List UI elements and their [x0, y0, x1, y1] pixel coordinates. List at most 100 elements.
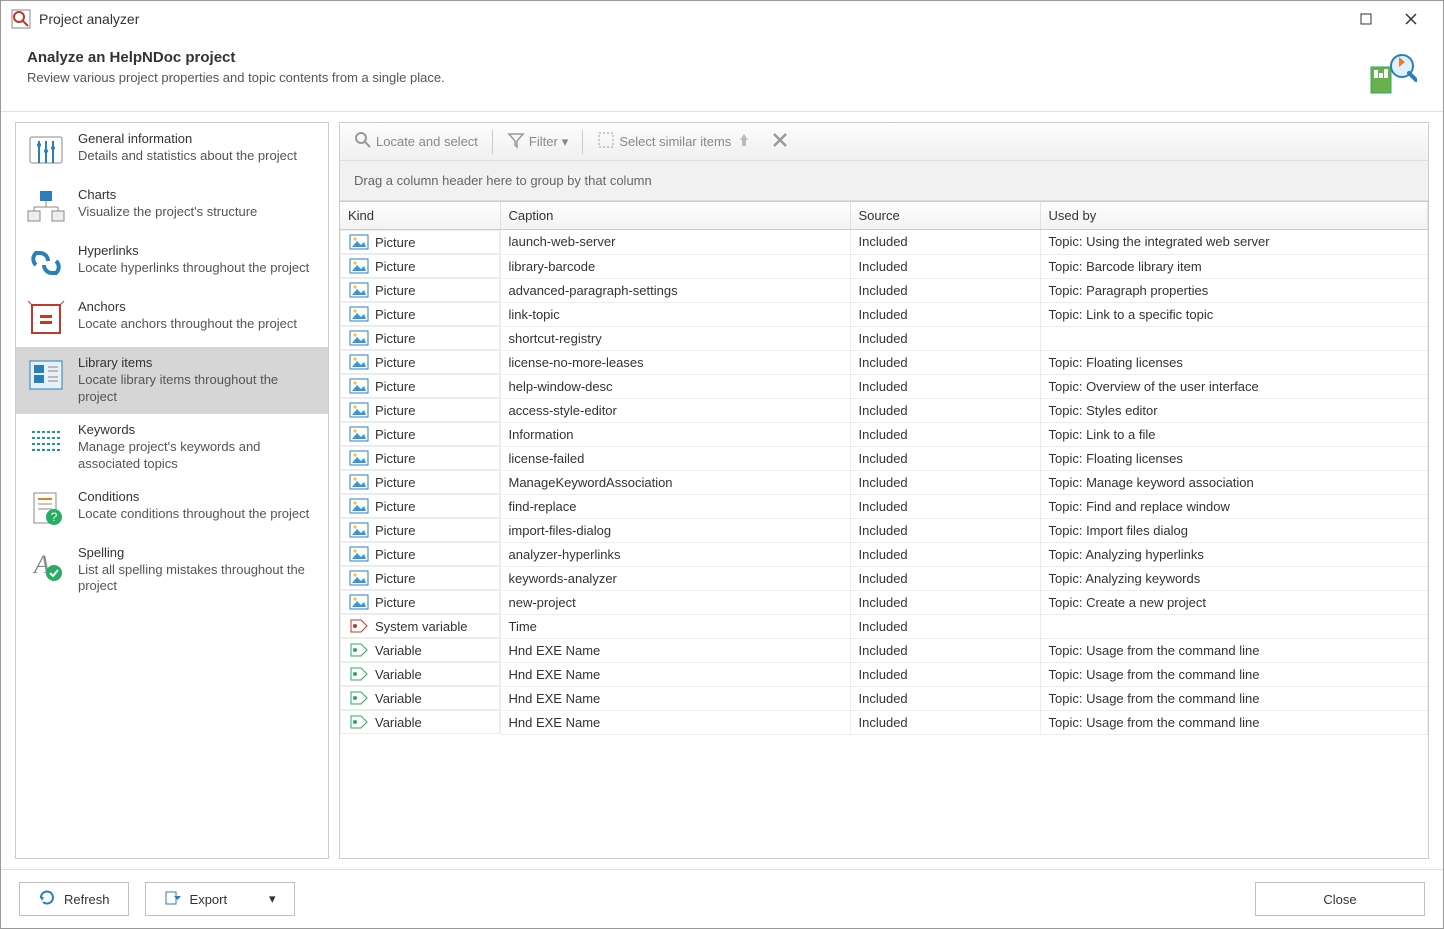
sidebar-item-anchors[interactable]: AnchorsLocate anchors throughout the pro… — [16, 291, 328, 347]
main-area: Locate and select Filter ▾ Select simila… — [339, 122, 1429, 859]
cell-source: Included — [850, 470, 1040, 494]
var-icon — [349, 714, 369, 730]
content-wrapper: General information Details and statistic… — [1, 112, 1443, 869]
table-row[interactable]: Pictureshortcut-registryIncluded — [340, 326, 1428, 350]
table-row[interactable]: Picturehelp-window-descIncludedTopic: Ov… — [340, 374, 1428, 398]
col-caption[interactable]: Caption — [500, 202, 850, 230]
export-icon — [164, 889, 182, 910]
toolbar-separator — [492, 130, 493, 154]
sidebar-item-general-information[interactable]: General information Details and statistic… — [16, 123, 328, 179]
group-by-strip[interactable]: Drag a column header here to group by th… — [340, 161, 1428, 201]
table-row[interactable]: System variableTimeIncluded — [340, 614, 1428, 638]
close-dialog-button[interactable]: Close — [1255, 882, 1425, 916]
table-row[interactable]: Pictureaccess-style-editorIncludedTopic:… — [340, 398, 1428, 422]
data-grid[interactable]: Kind Caption Source Used by Picturelaunc… — [340, 201, 1428, 858]
cell-source: Included — [850, 254, 1040, 278]
cell-source: Included — [850, 566, 1040, 590]
col-kind[interactable]: Kind — [340, 202, 500, 230]
cell-usedby: Topic: Usage from the command line — [1040, 638, 1428, 662]
table-row[interactable]: Picturelicense-no-more-leasesIncludedTop… — [340, 350, 1428, 374]
cell-kind: Picture — [340, 518, 500, 542]
cell-caption: license-no-more-leases — [500, 350, 850, 374]
table-row[interactable]: VariableHnd EXE NameIncludedTopic: Usage… — [340, 686, 1428, 710]
cell-kind: Picture — [340, 446, 500, 470]
svg-text:?: ? — [51, 510, 58, 524]
table-row[interactable]: Picturekeywords-analyzerIncludedTopic: A… — [340, 566, 1428, 590]
pic-icon — [349, 522, 369, 538]
var-icon — [349, 690, 369, 706]
pic-icon — [349, 498, 369, 514]
cell-source: Included — [850, 374, 1040, 398]
locate-button[interactable]: Locate and select — [346, 127, 486, 156]
clear-button[interactable] — [763, 127, 797, 156]
table-row[interactable]: Pictureimport-files-dialogIncludedTopic:… — [340, 518, 1428, 542]
sidebar-item-title: General information — [78, 131, 318, 146]
sidebar-item-title: Charts — [78, 187, 318, 202]
cell-usedby — [1040, 326, 1428, 350]
table-row[interactable]: Picturelicense-failedIncludedTopic: Floa… — [340, 446, 1428, 470]
library-icon — [26, 355, 66, 395]
toolbar: Locate and select Filter ▾ Select simila… — [340, 123, 1428, 161]
similar-button[interactable]: Select similar items — [589, 127, 761, 156]
table-row[interactable]: VariableHnd EXE NameIncludedTopic: Usage… — [340, 662, 1428, 686]
cell-kind: System variable — [340, 614, 500, 638]
cell-kind: Picture — [340, 470, 500, 494]
sidebar-item-desc: List all spelling mistakes throughout th… — [78, 562, 318, 596]
table-row[interactable]: Picturelaunch-web-serverIncludedTopic: U… — [340, 230, 1428, 255]
sidebar-item-title: Conditions — [78, 489, 318, 504]
cell-source: Included — [850, 590, 1040, 614]
sidebar-item-desc: Details and statistics about the project — [78, 148, 318, 165]
sidebar-item-library-items[interactable]: Library itemsLocate library items throug… — [16, 347, 328, 414]
sysvar-icon — [349, 618, 369, 634]
table-row[interactable]: VariableHnd EXE NameIncludedTopic: Usage… — [340, 710, 1428, 734]
cell-caption: Time — [500, 614, 850, 638]
cell-usedby: Topic: Manage keyword association — [1040, 470, 1428, 494]
table-row[interactable]: Pictureadvanced-paragraph-settingsInclud… — [340, 278, 1428, 302]
conditions-icon: ? — [26, 489, 66, 529]
table-row[interactable]: Picturelink-topicIncludedTopic: Link to … — [340, 302, 1428, 326]
cell-usedby: Topic: Find and replace window — [1040, 494, 1428, 518]
table-row[interactable]: Pictureanalyzer-hyperlinksIncludedTopic:… — [340, 542, 1428, 566]
cell-source: Included — [850, 230, 1040, 255]
cell-kind: Picture — [340, 230, 500, 254]
export-button[interactable]: Export ▾ — [145, 882, 295, 916]
cell-source: Included — [850, 638, 1040, 662]
close-button[interactable] — [1388, 4, 1433, 34]
refresh-label: Refresh — [64, 892, 110, 907]
funnel-icon — [507, 131, 525, 152]
sidebar-item-conditions[interactable]: ?ConditionsLocate conditions throughout … — [16, 481, 328, 537]
table-row[interactable]: Picturenew-projectIncludedTopic: Create … — [340, 590, 1428, 614]
sidebar-item-title: Anchors — [78, 299, 318, 314]
table-row[interactable]: VariableHnd EXE NameIncludedTopic: Usage… — [340, 638, 1428, 662]
sidebar-item-desc: Visualize the project's structure — [78, 204, 318, 221]
table-row[interactable]: PictureInformationIncludedTopic: Link to… — [340, 422, 1428, 446]
filter-button[interactable]: Filter ▾ — [499, 127, 576, 156]
sidebar-item-title: Library items — [78, 355, 318, 370]
table-row[interactable]: Picturelibrary-barcodeIncludedTopic: Bar… — [340, 254, 1428, 278]
title-bar: Project analyzer — [1, 1, 1443, 37]
cell-usedby: Topic: Analyzing keywords — [1040, 566, 1428, 590]
col-usedby[interactable]: Used by — [1040, 202, 1428, 230]
cell-source: Included — [850, 518, 1040, 542]
col-source[interactable]: Source — [850, 202, 1040, 230]
header-strip: Analyze an HelpNDoc project Review vario… — [1, 37, 1443, 112]
header-title: Analyze an HelpNDoc project — [27, 49, 1369, 66]
link-icon — [26, 243, 66, 283]
maximize-button[interactable] — [1343, 4, 1388, 34]
cell-caption: import-files-dialog — [500, 518, 850, 542]
table-row[interactable]: PictureManageKeywordAssociationIncludedT… — [340, 470, 1428, 494]
refresh-button[interactable]: Refresh — [19, 882, 129, 916]
cell-kind: Picture — [340, 350, 500, 374]
sidebar-item-charts[interactable]: Charts Visualize the project's structure — [16, 179, 328, 235]
cell-kind: Picture — [340, 254, 500, 278]
sidebar-item-hyperlinks[interactable]: HyperlinksLocate hyperlinks throughout t… — [16, 235, 328, 291]
cell-caption: find-replace — [500, 494, 850, 518]
cell-kind: Variable — [340, 710, 500, 734]
sidebar-item-keywords[interactable]: KeywordsManage project's keywords and as… — [16, 414, 328, 481]
cell-caption: library-barcode — [500, 254, 850, 278]
cell-source: Included — [850, 614, 1040, 638]
sidebar: General information Details and statistic… — [15, 122, 329, 859]
sidebar-item-spelling[interactable]: ASpellingList all spelling mistakes thro… — [16, 537, 328, 604]
chart-icon — [26, 187, 66, 227]
table-row[interactable]: Picturefind-replaceIncludedTopic: Find a… — [340, 494, 1428, 518]
